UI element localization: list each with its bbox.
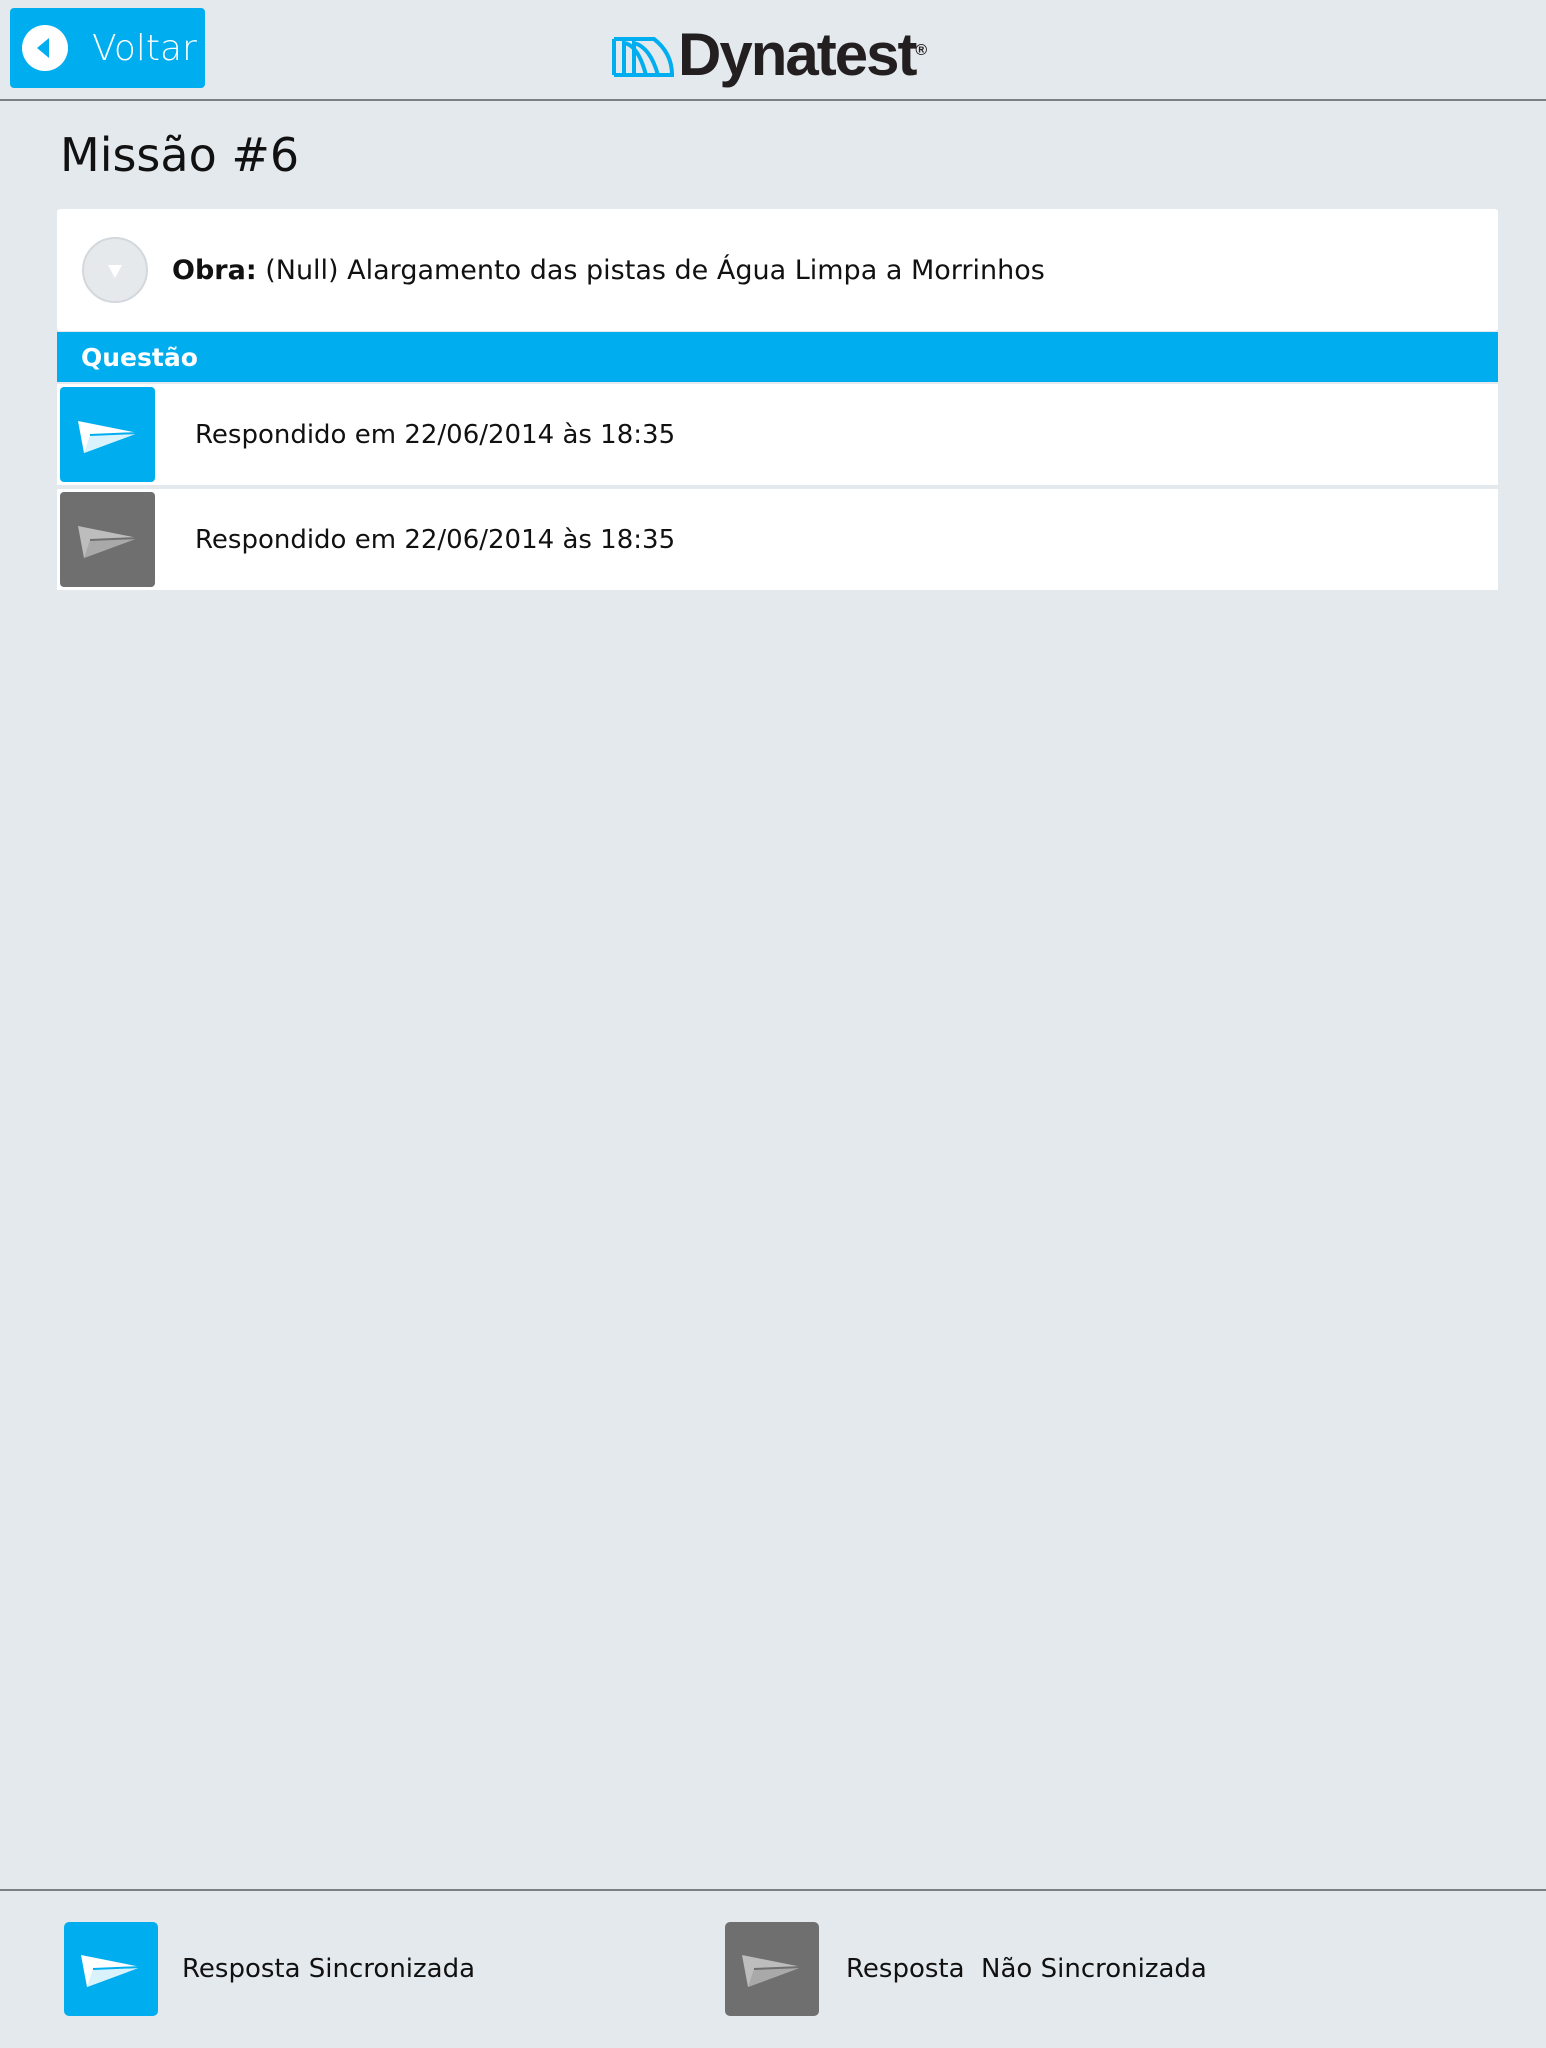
obra-label: Obra: (172, 254, 257, 286)
back-button[interactable]: Voltar (10, 8, 205, 88)
legend-not-synced: Resposta Não Sincronizada (725, 1922, 1207, 2016)
obra-card: Obra: (Null) Alargamento das pistas de Á… (57, 209, 1498, 331)
chevron-down-icon (108, 265, 122, 278)
chevron-left-icon (22, 25, 68, 71)
question-row[interactable]: Respondido em 22/06/2014 às 18:35 (57, 384, 1498, 485)
paper-plane-icon (60, 387, 155, 482)
legend-bar: Resposta Sincronizada Resposta Não Sincr… (0, 1889, 1546, 2048)
obra-text: Obra: (Null) Alargamento das pistas de Á… (172, 255, 1045, 286)
expand-toggle[interactable] (82, 237, 148, 303)
paper-plane-icon (64, 1922, 158, 2016)
question-row-text: Respondido em 22/06/2014 às 18:35 (195, 524, 676, 555)
obra-value: (Null) Alargamento das pistas de Água Li… (256, 254, 1045, 286)
paper-plane-icon (60, 492, 155, 587)
legend-synced: Resposta Sincronizada (64, 1922, 475, 2016)
logo-registered-mark: ® (915, 42, 928, 59)
question-row-text: Respondido em 22/06/2014 às 18:35 (195, 419, 676, 450)
paper-plane-icon (725, 1922, 819, 2016)
question-header: Questão (57, 332, 1498, 382)
legend-synced-label: Resposta Sincronizada (182, 1954, 476, 1984)
dynatest-logo-icon (612, 37, 674, 77)
logo-text: Dynatest (678, 21, 917, 88)
back-button-label: Voltar (92, 27, 197, 69)
dynatest-logo: Dynatest ® (610, 22, 927, 88)
legend-not-synced-label: Resposta Não Sincronizada (846, 1954, 1207, 1984)
top-bar: Voltar Dynatest ® (0, 0, 1546, 101)
page-title: Missão #6 (60, 128, 300, 182)
question-row[interactable]: Respondido em 22/06/2014 às 18:35 (57, 489, 1498, 590)
